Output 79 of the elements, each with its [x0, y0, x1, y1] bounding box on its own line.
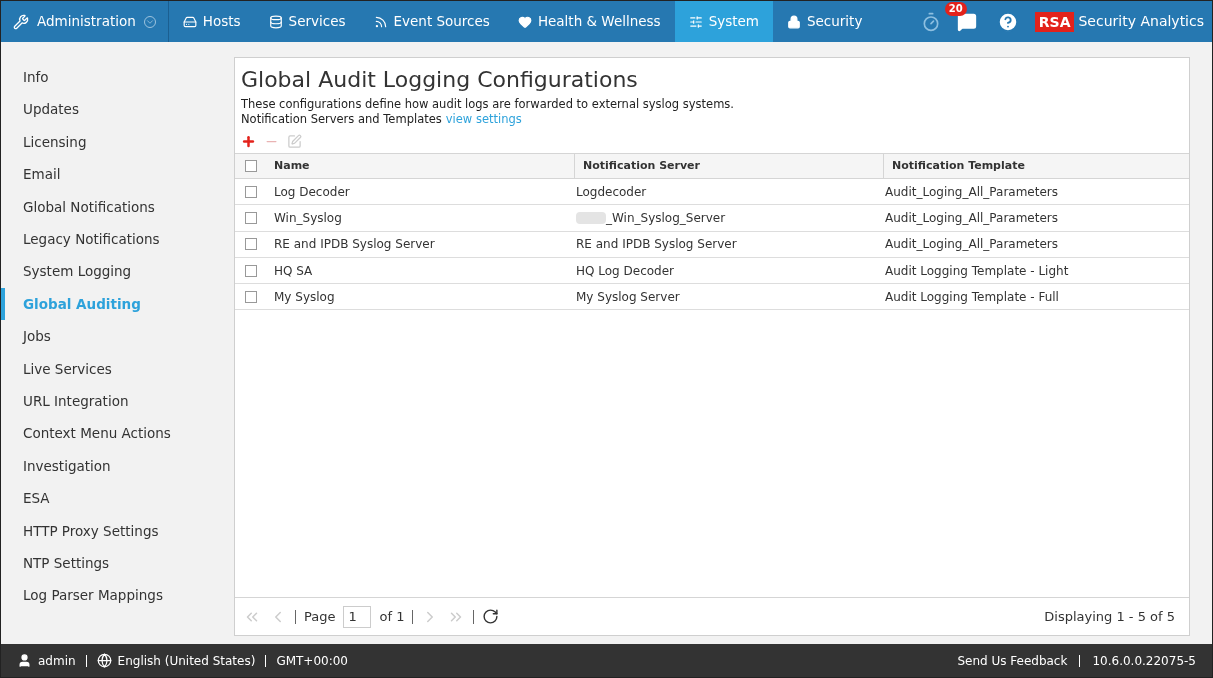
table-cell-text: Win_Syslog [274, 209, 342, 227]
sidebar-item[interactable]: HTTP Proxy Settings [1, 514, 234, 547]
display-count: Displaying 1 - 5 of 5 [1044, 607, 1175, 626]
language[interactable]: English (United States) [117, 651, 256, 670]
feedback-link[interactable]: Send Us Feedback [957, 651, 1068, 670]
table-cell-text: HQ Log Decoder [576, 262, 675, 280]
sidebar-item[interactable]: System Logging [1, 255, 234, 288]
nav-tab[interactable]: Security [772, 1, 877, 42]
table-row[interactable]: Log Decoder Logdecoder Audit_Loging_All_Parameters [235, 179, 1189, 206]
page-label: Page [304, 607, 336, 626]
column-header[interactable]: Name [266, 154, 575, 178]
sidebar-item[interactable]: Context Menu Actions [1, 417, 234, 450]
table-row[interactable]: RE and IPDB Syslog Server RE and IPDB Syslog Server Audit_Loging_All_Parameters [235, 231, 1189, 258]
table-cell-text: My Syslog Server [576, 288, 680, 306]
database-icon [268, 14, 283, 29]
sidebar-item[interactable]: Live Services [1, 352, 234, 385]
column-header[interactable]: Notification Server [575, 154, 884, 178]
sidebar-item[interactable]: Info [1, 61, 234, 94]
version: 10.6.0.0.22075-5 [1092, 652, 1196, 670]
wrench-icon [13, 13, 29, 30]
lock-icon [786, 14, 801, 29]
admin-menu[interactable]: Administration [1, 1, 169, 42]
column-header[interactable]: Notification Template [884, 154, 1189, 178]
table-cell-text: _Win_Syslog_Server [606, 209, 726, 227]
nav-tab[interactable]: Hosts [168, 1, 255, 42]
message-icon[interactable] [956, 11, 977, 32]
sidebar-item[interactable]: Log Parser Mappings [1, 579, 234, 612]
description: These configurations define how audit logs are forwarded to external syslog systems. [241, 97, 735, 112]
sidebar-item[interactable]: URL Integration [1, 384, 234, 418]
globe-icon [96, 653, 112, 668]
sidebar-item[interactable]: Email [1, 158, 234, 191]
brand-name: Security Analytics [1078, 12, 1204, 31]
sidebar-item[interactable]: NTP Settings [1, 546, 234, 580]
feed-icon [373, 14, 388, 29]
timezone: GMT+00:00 [276, 652, 348, 670]
table-cell-text: RE and IPDB Syslog Server [274, 236, 435, 254]
heart-icon [517, 14, 532, 29]
table-row[interactable]: HQ SA HQ Log Decoder Audit Logging Template - Light [235, 257, 1189, 285]
nav-tab[interactable]: Services [254, 1, 360, 42]
row-checkbox[interactable] [244, 238, 257, 251]
add-icon[interactable] [241, 133, 256, 149]
page-title: Global Audit Logging Configurations [241, 66, 639, 94]
sliders-icon [688, 14, 703, 29]
row-checkbox[interactable] [244, 211, 257, 224]
sidebar-item[interactable]: Legacy Notifications [1, 222, 234, 256]
user-name: admin [38, 652, 76, 670]
nav-tab[interactable]: Event Sources [359, 1, 504, 42]
page-count: of 1 [379, 607, 405, 626]
table-row[interactable]: Win_Syslog _Win_Syslog_Server Audit_Loging_All_Parameters [235, 205, 1189, 232]
table-cell-text: Audit_Loging_All_Parameters [885, 183, 1059, 201]
page-field[interactable]: 1 [343, 605, 372, 628]
table-cell-text: My Syslog [274, 288, 335, 306]
refresh-icon[interactable] [482, 608, 500, 625]
sidebar-item[interactable]: ESA [1, 482, 234, 515]
brand-logo: RSA [1034, 11, 1075, 32]
table-cell-text: Audit_Loging_All_Parameters [885, 236, 1059, 254]
select-all-checkbox[interactable] [244, 160, 257, 172]
sidebar-item[interactable]: Jobs [1, 320, 234, 353]
help-icon[interactable] [996, 10, 1019, 33]
notification-badge: 20 [944, 1, 967, 16]
sidebar-item[interactable]: Investigation [1, 449, 234, 483]
table-cell-text: Log Decoder [274, 183, 350, 201]
nav-tab[interactable]: Health & Wellness [503, 1, 675, 42]
table-cell-text: HQ SA [274, 262, 313, 280]
table-cell-text: Logdecoder [576, 183, 647, 201]
user-icon [17, 653, 32, 668]
row-checkbox[interactable] [244, 290, 257, 303]
table-cell-text: Audit Logging Template - Full [885, 288, 1059, 306]
settings-text: Notification Servers and Templates [241, 112, 442, 127]
table-cell-text: Audit Logging Template - Light [885, 262, 1069, 280]
row-checkbox[interactable] [244, 264, 257, 277]
table-row[interactable]: My Syslog My Syslog Server Audit Logging Template - Full [235, 284, 1189, 311]
sidebar-item[interactable]: Updates [1, 93, 234, 126]
table-cell-text: RE and IPDB Syslog Server [576, 236, 737, 254]
sidebar-item[interactable]: Licensing [1, 125, 234, 159]
sidebar-item[interactable]: Global Notifications [1, 190, 234, 223]
row-checkbox[interactable] [244, 185, 257, 198]
drive-icon [182, 14, 197, 29]
table-cell-text: Audit_Loging_All_Parameters [885, 209, 1059, 227]
